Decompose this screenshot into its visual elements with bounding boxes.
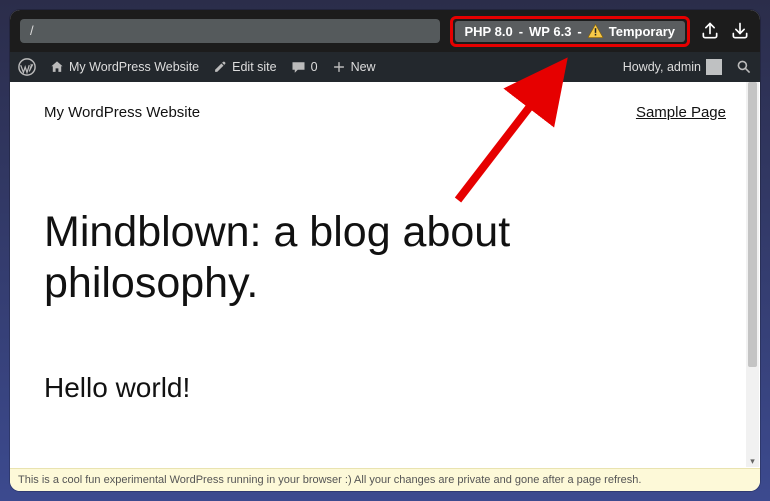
warning-icon — [588, 24, 603, 38]
scrollbar[interactable]: ▾ — [746, 82, 759, 467]
adminbar-new[interactable]: New — [332, 60, 376, 74]
download-icon[interactable] — [730, 21, 750, 41]
adminbar-howdy[interactable]: Howdy, admin — [623, 59, 722, 75]
env-wp: WP 6.3 — [529, 24, 571, 39]
adminbar-comments[interactable]: 0 — [291, 60, 318, 75]
adminbar-edit-site[interactable]: Edit site — [213, 60, 276, 74]
env-php: PHP 8.0 — [465, 24, 513, 39]
env-badge-highlight: PHP 8.0 - WP 6.3 - Temporary — [450, 16, 691, 47]
url-input[interactable] — [20, 19, 440, 43]
wp-logo-icon[interactable] — [18, 58, 36, 76]
scrollbar-down-icon[interactable]: ▾ — [746, 456, 759, 467]
wp-admin-bar: My WordPress Website Edit site 0 New How… — [10, 52, 760, 82]
url-bar: PHP 8.0 - WP 6.3 - Temporary — [10, 10, 760, 52]
post-title[interactable]: Hello world! — [44, 372, 726, 404]
page-content: My WordPress Website Sample Page Mindblo… — [10, 82, 760, 468]
plus-icon — [332, 60, 346, 74]
sample-page-link[interactable]: Sample Page — [636, 104, 726, 121]
env-status: Temporary — [609, 24, 675, 39]
page-heading: Mindblown: a blog about philosophy. — [44, 207, 604, 308]
footer-notice: This is a cool fun experimental WordPres… — [10, 468, 760, 491]
adminbar-site-name[interactable]: My WordPress Website — [50, 60, 199, 74]
adminbar-search[interactable] — [736, 59, 752, 75]
env-badge: PHP 8.0 - WP 6.3 - Temporary — [455, 21, 686, 42]
comment-icon — [291, 60, 306, 75]
scrollbar-thumb[interactable] — [748, 82, 757, 367]
page-site-title[interactable]: My WordPress Website — [44, 104, 636, 121]
search-icon — [736, 59, 752, 75]
upload-icon[interactable] — [700, 21, 720, 41]
avatar — [706, 59, 722, 75]
home-icon — [50, 60, 64, 74]
pencil-icon — [213, 60, 227, 74]
